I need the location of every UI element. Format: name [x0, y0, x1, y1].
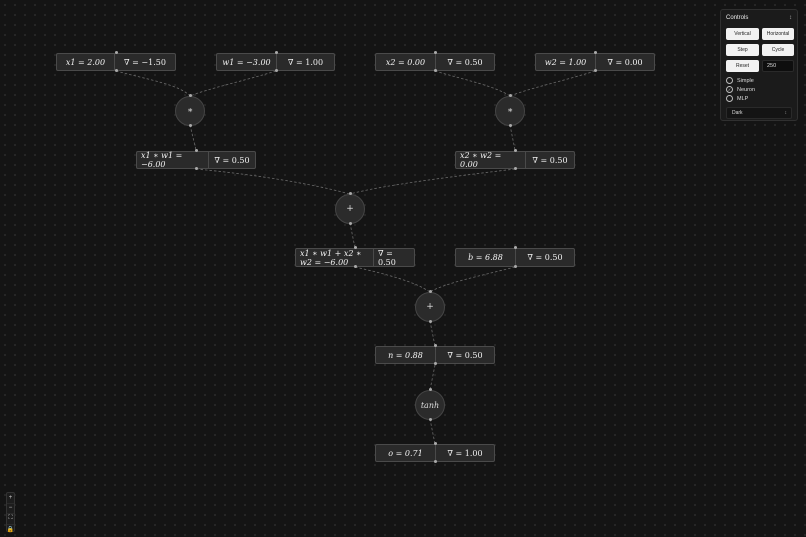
multiply-op-1[interactable]: ∗	[175, 96, 205, 126]
radio-checked-icon: ✓	[726, 86, 733, 93]
edge-n-tanh	[429, 364, 436, 391]
value-label: x1 ∗ w1 + x2 ∗ w2 = −6.00	[296, 249, 374, 267]
handle	[115, 51, 118, 54]
handle	[434, 51, 437, 54]
gradient-label: ∇ = 0.50	[447, 350, 483, 360]
edge-x1w1-add1	[195, 168, 351, 195]
edge-mul1-x1w1	[189, 124, 197, 151]
select-chevron-icon: ↕	[784, 110, 788, 116]
gradient-label: ∇ = 0.50	[214, 155, 250, 165]
edge-tanh-o	[429, 418, 436, 445]
gradient-label: ∇ = −1.50	[124, 57, 166, 67]
add-op-1[interactable]: +	[335, 194, 365, 224]
steps-input[interactable]: 250	[762, 60, 794, 72]
theme-select[interactable]: Dark ↕	[726, 107, 792, 119]
gradient-label: ∇ = 0.00	[607, 57, 643, 67]
handle	[434, 69, 437, 72]
handle	[275, 51, 278, 54]
value-label: x1 ∗ w1 = −6.00	[137, 151, 209, 169]
vertical-button[interactable]: Vertical	[726, 28, 759, 40]
handle	[509, 124, 512, 127]
radio-label: Neuron	[737, 86, 756, 93]
radio-circle-icon	[726, 77, 733, 84]
handle	[514, 246, 517, 249]
edge-b-add2	[429, 266, 516, 293]
handle	[429, 320, 432, 323]
handle	[514, 149, 517, 152]
gradient-label: ∇ = 0.50	[527, 253, 563, 262]
handle	[509, 94, 512, 97]
mode-radio-neuron[interactable]: ✓ Neuron	[726, 86, 755, 93]
mode-radio-mlp[interactable]: MLP	[726, 95, 748, 102]
value-label: x1 = 2.00	[57, 54, 115, 70]
edge-add2-n	[429, 320, 436, 347]
tanh-op[interactable]: tanh	[415, 390, 445, 420]
lock-icon[interactable]: 🔒	[7, 525, 14, 535]
handle	[189, 94, 192, 97]
handle	[594, 69, 597, 72]
zoom-in-icon[interactable]: +	[7, 493, 14, 504]
handle	[429, 418, 432, 421]
reset-button[interactable]: Reset	[726, 60, 759, 72]
edge-mul2-x2w2	[509, 124, 516, 151]
edge-add1-sum	[349, 222, 356, 249]
handle	[514, 167, 517, 170]
edge-sum-add2	[354, 266, 431, 293]
handle	[349, 192, 352, 195]
handle	[434, 362, 437, 365]
collapse-chevron-icon[interactable]: ↕	[789, 15, 792, 21]
edge-x2w2-add1	[349, 168, 516, 195]
multiply-op-2[interactable]: ∗	[495, 96, 525, 126]
graph-canvas[interactable]: x1 = 2.00 ∇ = −1.50 w1 = −3.00 ∇ = 1.00 …	[0, 0, 806, 537]
handle	[349, 222, 352, 225]
value-label: b = 6.88	[456, 249, 516, 266]
gradient-label: ∇ = 0.50	[378, 248, 396, 267]
value-label: x2 ∗ w2 = 0.00	[456, 151, 526, 169]
radio-label: Simple	[737, 77, 754, 84]
mode-radio-simple[interactable]: Simple	[726, 77, 754, 84]
zoom-controls: + − ⛶ 🔒	[6, 492, 15, 535]
value-label: w1 = −3.00	[217, 54, 277, 70]
step-button[interactable]: Step	[726, 44, 759, 56]
handle	[429, 388, 432, 391]
handle	[189, 124, 192, 127]
zoom-out-icon[interactable]: −	[7, 504, 14, 514]
radio-circle-icon	[726, 95, 733, 102]
add-op-2[interactable]: +	[415, 292, 445, 322]
handle	[275, 69, 278, 72]
handle	[195, 149, 198, 152]
handle	[115, 69, 118, 72]
handle	[434, 460, 437, 463]
value-label: o = 0.71	[376, 445, 436, 461]
handle	[514, 265, 517, 268]
value-label: n = 0.88	[376, 347, 436, 363]
edge-w2-mul2	[509, 70, 596, 97]
handle	[354, 246, 357, 249]
controls-title: Controls	[726, 15, 749, 21]
handle	[429, 290, 432, 293]
value-label: w2 = 1.00	[536, 54, 596, 70]
edge-w1-mul1	[189, 70, 277, 97]
gradient-label: ∇ = 1.00	[447, 448, 483, 458]
gradient-label: ∇ = 0.50	[532, 155, 568, 165]
handle	[594, 51, 597, 54]
edge-x1-mul1	[115, 70, 191, 97]
radio-label: MLP	[737, 95, 749, 102]
handle	[434, 442, 437, 445]
handle	[434, 344, 437, 347]
handle	[354, 265, 357, 268]
gradient-label: ∇ = 1.00	[287, 57, 324, 67]
controls-panel: Controls ↕ Vertical Horizontal Step Cycl…	[720, 9, 798, 121]
theme-value: Dark	[732, 110, 743, 116]
edge-x2-mul2	[434, 70, 511, 97]
handle	[195, 167, 198, 170]
cycle-button[interactable]: Cycle	[762, 44, 794, 56]
gradient-label: ∇ = 0.50	[447, 57, 483, 67]
fit-view-icon[interactable]: ⛶	[7, 514, 14, 525]
horizontal-button[interactable]: Horizontal	[762, 28, 794, 40]
value-label: x2 = 0.00	[376, 54, 436, 70]
